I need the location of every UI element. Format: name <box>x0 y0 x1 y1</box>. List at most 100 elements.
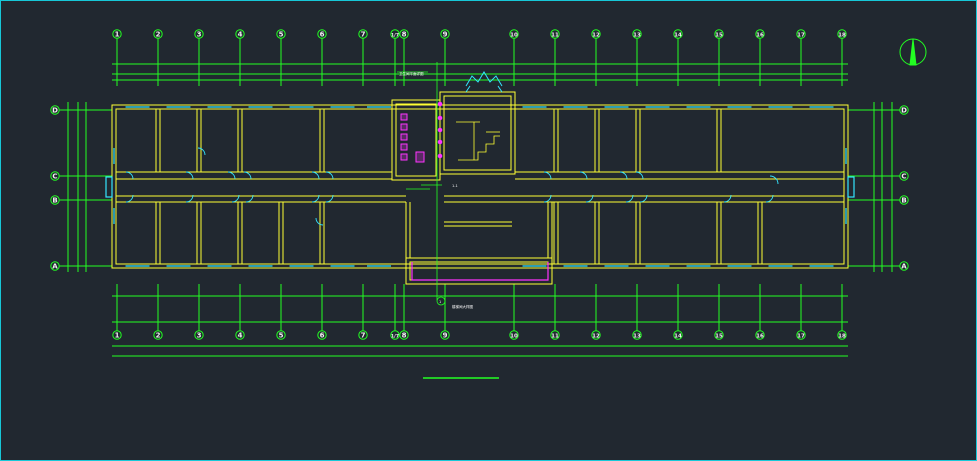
axis-bubble-col-bottom: 6 <box>317 330 327 340</box>
axis-bubble-col-bottom: 14 <box>673 330 683 340</box>
inner-wall <box>115 108 845 265</box>
axis-bubble-col-bottom: 1/7 <box>390 330 400 340</box>
axis-bubble-col-top: 9 <box>440 29 450 39</box>
north-arrow-icon <box>899 38 927 66</box>
note-toilet: 卫生间平面详图 <box>399 71 424 76</box>
axis-label-col: 12 <box>592 334 600 340</box>
axis-label-col: 18 <box>838 334 846 340</box>
stair-block-inner <box>443 95 512 171</box>
axis-label-col: 3 <box>197 332 202 340</box>
axis-bubble-col-top: 10 <box>509 29 519 39</box>
axis-label-row: C <box>901 173 906 181</box>
axis-bubble-col-top: 1 <box>112 29 122 39</box>
stair-block <box>439 91 516 175</box>
axis-bubble-col-top: 5 <box>276 29 286 39</box>
axis-label-col: 4 <box>238 332 243 340</box>
axis-label-col: 13 <box>633 33 641 39</box>
entry-canopy-icon <box>465 71 503 93</box>
entrance-accent <box>411 262 549 281</box>
axis-label-col: 10 <box>510 33 518 39</box>
axis-label-col: 1/7 <box>391 334 399 340</box>
axis-label-col: 9 <box>443 31 448 39</box>
axis-bubble-col-top: 16 <box>755 29 765 39</box>
axis-bubble-row-right: C <box>899 171 909 181</box>
detail-mark: 1 <box>439 300 441 304</box>
axis-label-col: 5 <box>279 31 284 39</box>
axis-label-row: A <box>901 263 907 271</box>
axis-bubble-col-top: 6 <box>317 29 327 39</box>
axis-label-col: 5 <box>279 332 284 340</box>
axis-label-row: D <box>52 107 58 115</box>
axis-bubble-row-left: D <box>50 105 60 115</box>
axis-bubble-row-right: D <box>899 105 909 115</box>
axis-label-row: B <box>901 197 906 205</box>
axis-bubble-row-left: B <box>50 195 60 205</box>
axis-label-col: 17 <box>797 33 805 39</box>
toilet-block <box>391 99 441 181</box>
outer-wall <box>111 104 849 269</box>
axis-bubble-col-bottom: 8 <box>399 330 409 340</box>
axis-label-row: D <box>901 107 907 115</box>
axis-bubble-col-top: 4 <box>235 29 245 39</box>
stair-mark: 1-1 <box>452 184 458 188</box>
axis-bubble-col-bottom: 18 <box>837 330 847 340</box>
axis-label-col: 14 <box>674 334 682 340</box>
axis-label-row: B <box>52 197 57 205</box>
axis-label-col: 16 <box>756 334 764 340</box>
axis-label-col: 10 <box>510 334 518 340</box>
axis-bubble-col-top: 3 <box>194 29 204 39</box>
axis-bubble-col-top: 2 <box>153 29 163 39</box>
axis-label-col: 1 <box>115 332 120 340</box>
axis-label-col: 8 <box>402 332 407 340</box>
entrance-block-inner <box>409 261 549 281</box>
axis-label-col: 13 <box>633 334 641 340</box>
axis-bubble-col-bottom: 3 <box>194 330 204 340</box>
axis-bubble-col-bottom: 15 <box>714 330 724 340</box>
axis-label-col: 16 <box>756 33 764 39</box>
axis-bubble-col-top: 18 <box>837 29 847 39</box>
axis-label-col: 15 <box>715 33 723 39</box>
axis-bubble-col-top: 14 <box>673 29 683 39</box>
axis-bubble-col-top: 15 <box>714 29 724 39</box>
axis-bubble-col-bottom: 7 <box>358 330 368 340</box>
walls <box>111 91 849 285</box>
axis-label-col: 17 <box>797 334 805 340</box>
axis-label-col: 11 <box>551 33 559 39</box>
windows <box>105 106 855 267</box>
axis-bubble-col-bottom: 10 <box>509 330 519 340</box>
axis-bubble-col-top: 7 <box>358 29 368 39</box>
axis-label-col: 12 <box>592 33 600 39</box>
axis-label-row: C <box>52 173 57 181</box>
axis-bubble-col-bottom: 5 <box>276 330 286 340</box>
note-stair-detail: 楼梯间大样图 <box>452 304 473 309</box>
axis-bubble-col-top: 13 <box>632 29 642 39</box>
axis-label-col: 14 <box>674 33 682 39</box>
axis-bubble-col-bottom: 13 <box>632 330 642 340</box>
axis-bubble-col-top: 12 <box>591 29 601 39</box>
axis-bubble-col-top: 17 <box>796 29 806 39</box>
axis-label-col: 1 <box>115 31 120 39</box>
axis-bubble-col-top: 1/7 <box>390 29 400 39</box>
axis-label-col: 2 <box>156 332 161 340</box>
axis-bubble-row-right: B <box>899 195 909 205</box>
axis-label-col: 7 <box>361 332 366 340</box>
axis-bubble-row-left: A <box>50 261 60 271</box>
axis-label-col: 1/7 <box>391 33 399 39</box>
axis-label-col: 9 <box>443 332 448 340</box>
axis-label-col: 15 <box>715 334 723 340</box>
axis-bubble-col-bottom: 17 <box>796 330 806 340</box>
axis-bubble-col-bottom: 9 <box>440 330 450 340</box>
axis-label-col: 6 <box>320 31 325 39</box>
axis-bubble-col-bottom: 1 <box>112 330 122 340</box>
axis-label-col: 6 <box>320 332 325 340</box>
axis-label-col: 18 <box>838 33 846 39</box>
axis-bubble-col-bottom: 11 <box>550 330 560 340</box>
dimension-lines <box>59 38 900 357</box>
axis-label-col: 11 <box>551 334 559 340</box>
floor-plan: 112233445566771/71/788991010111112121313… <box>50 29 927 379</box>
axis-label-col: 2 <box>156 31 161 39</box>
axis-bubbles: 112233445566771/71/788991010111112121313… <box>50 29 909 340</box>
axis-bubble-col-top: 11 <box>550 29 560 39</box>
room-partitions <box>155 109 763 264</box>
axis-bubble-col-bottom: 16 <box>755 330 765 340</box>
